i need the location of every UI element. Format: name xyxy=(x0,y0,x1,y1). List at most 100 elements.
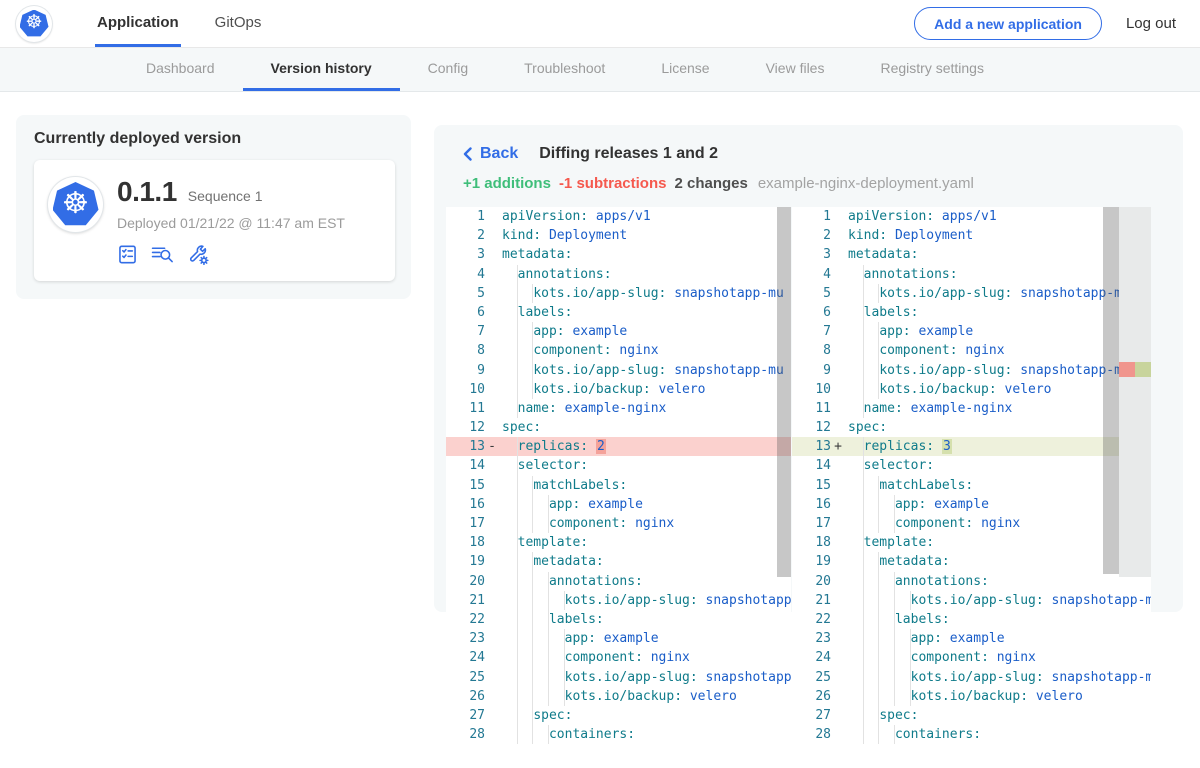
code-text: kots.io/app-slug: snapshotapp-mu xyxy=(499,591,791,610)
line-number: 10 xyxy=(792,380,831,399)
subnav-tab-version-history[interactable]: Version history xyxy=(243,48,400,91)
diff-overview-ruler[interactable] xyxy=(1119,207,1151,577)
indent-guide xyxy=(517,437,518,456)
add-application-button[interactable]: Add a new application xyxy=(914,7,1102,40)
diff-line: 24 component: nginx xyxy=(792,648,1151,667)
indent-guide xyxy=(532,687,533,706)
diff-line: 2kind: Deployment xyxy=(792,226,1151,245)
diff-marker xyxy=(485,591,499,610)
subnav-tab-config[interactable]: Config xyxy=(400,48,496,91)
indent-guide xyxy=(532,361,533,380)
diff-marker xyxy=(485,572,499,591)
subtractions-count: -1 subtractions xyxy=(559,175,667,192)
scrollbar-thumb[interactable] xyxy=(777,207,791,577)
release-notes-icon[interactable] xyxy=(117,244,138,265)
subnav-tab-license[interactable]: License xyxy=(633,48,737,91)
diff-marker xyxy=(831,648,845,667)
indent-guide xyxy=(564,687,565,706)
indent-guide xyxy=(894,495,895,514)
line-number: 16 xyxy=(446,495,485,514)
indent-guide xyxy=(910,648,911,667)
indent-guide xyxy=(878,706,879,725)
top-tab-gitops[interactable]: GitOps xyxy=(213,0,264,47)
diff-line: 1apiVersion: apps/v1 xyxy=(446,207,791,226)
indent-guide xyxy=(517,456,518,475)
code-text: kots.io/app-slug: snapshotapp-mu xyxy=(499,284,791,303)
edit-config-icon[interactable] xyxy=(187,244,210,265)
top-nav-right: Add a new application Log out xyxy=(914,0,1176,47)
diff-marker xyxy=(485,533,499,552)
line-number: 23 xyxy=(446,629,485,648)
line-number: 14 xyxy=(792,456,831,475)
indent-guide xyxy=(863,706,864,725)
back-button[interactable]: Back xyxy=(463,145,518,163)
line-number: 17 xyxy=(446,514,485,533)
diff-marker xyxy=(485,207,499,226)
diff-line: 16 app: example xyxy=(446,495,791,514)
top-tab-application[interactable]: Application xyxy=(95,0,181,47)
indent-guide xyxy=(532,668,533,687)
code-text: containers: xyxy=(845,725,1151,744)
indent-guide xyxy=(878,552,879,571)
diff-marker xyxy=(485,610,499,629)
diff-line: 15 matchLabels: xyxy=(792,476,1151,495)
indent-guide xyxy=(564,629,565,648)
indent-guide xyxy=(517,610,518,629)
diff-line: 8 component: nginx xyxy=(446,341,791,360)
diff-line: 16 app: example xyxy=(792,495,1151,514)
diff-line: 13- replicas: 2 xyxy=(446,437,791,456)
indent-guide xyxy=(532,591,533,610)
diff-marker xyxy=(485,648,499,667)
indent-guide xyxy=(517,284,518,303)
indent-guide xyxy=(517,322,518,341)
kubernetes-logo[interactable]: ☸ xyxy=(16,6,52,42)
diff-marker xyxy=(485,399,499,418)
indent-guide xyxy=(878,284,879,303)
subnav-tab-dashboard[interactable]: Dashboard xyxy=(118,48,243,91)
diff-pane-original[interactable]: 1apiVersion: apps/v12kind: Deployment3me… xyxy=(446,207,791,745)
line-number: 22 xyxy=(792,610,831,629)
code-text: selector: xyxy=(499,456,791,475)
currently-deployed-card: Currently deployed version ☸ 0.1.1 Seque… xyxy=(16,115,411,299)
diff-line: 18 template: xyxy=(446,533,791,552)
diff-line: 28 containers: xyxy=(446,725,791,744)
indent-guide xyxy=(878,572,879,591)
subnav-tab-troubleshoot[interactable]: Troubleshoot xyxy=(496,48,633,91)
subnav-tab-view-files[interactable]: View files xyxy=(738,48,853,91)
code-text: labels: xyxy=(845,610,1151,629)
diff-marker xyxy=(485,514,499,533)
line-number: 4 xyxy=(792,265,831,284)
line-number: 1 xyxy=(446,207,485,226)
code-text: spec: xyxy=(499,706,791,725)
indent-guide xyxy=(548,668,549,687)
kubernetes-wheel-icon: ☸ xyxy=(20,10,49,38)
subnav-tab-registry-settings[interactable]: Registry settings xyxy=(852,48,1011,91)
indent-guide xyxy=(548,514,549,533)
indent-guide xyxy=(517,648,518,667)
indent-guide xyxy=(532,322,533,341)
diff-marker xyxy=(831,706,845,725)
indent-guide xyxy=(878,476,879,495)
diff-line: 21 kots.io/app-slug: snapshotapp-mu xyxy=(446,591,791,610)
diff-marker xyxy=(831,725,845,744)
main-content: Currently deployed version ☸ 0.1.1 Seque… xyxy=(0,92,1200,767)
indent-guide xyxy=(863,668,864,687)
diff-marker xyxy=(485,725,499,744)
diff-line: 28 containers: xyxy=(792,725,1151,744)
view-files-icon[interactable] xyxy=(151,244,174,265)
diff-marker xyxy=(831,533,845,552)
scrollbar-thumb[interactable] xyxy=(1103,207,1119,574)
line-number: 28 xyxy=(446,725,485,744)
diff-line: 5 kots.io/app-slug: snapshotapp-mu xyxy=(446,284,791,303)
diff-pane-modified[interactable]: 1apiVersion: apps/v12kind: Deployment3me… xyxy=(792,207,1151,745)
line-number: 18 xyxy=(792,533,831,552)
diff-line: 3metadata: xyxy=(792,245,1151,264)
indent-guide xyxy=(532,514,533,533)
indent-guide xyxy=(863,476,864,495)
code-text: annotations: xyxy=(845,572,1151,591)
diff-marker xyxy=(485,226,499,245)
indent-guide xyxy=(517,399,518,418)
indent-guide xyxy=(548,648,549,667)
logout-button[interactable]: Log out xyxy=(1126,15,1176,32)
code-text: kots.io/app-slug: snapshotapp-mu xyxy=(845,668,1151,687)
